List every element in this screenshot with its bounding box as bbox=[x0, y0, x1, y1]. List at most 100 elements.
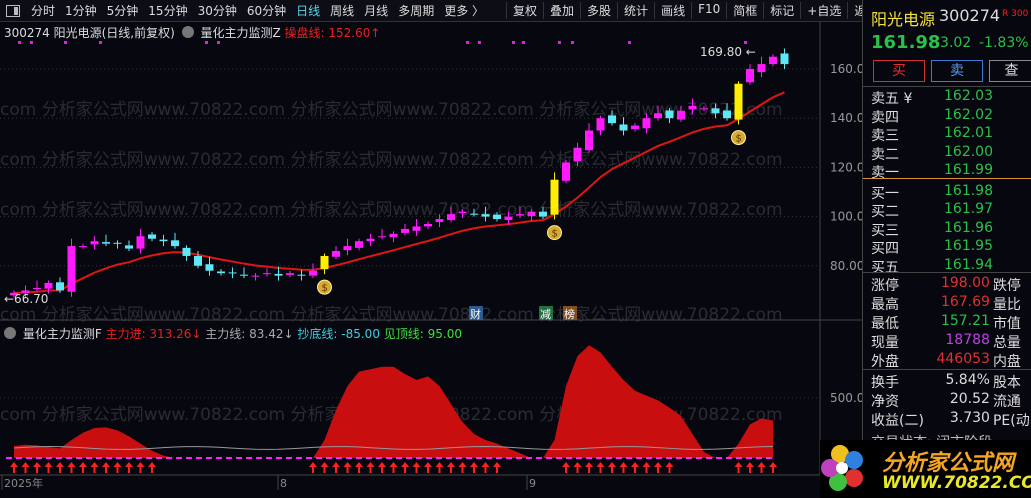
candle-body bbox=[665, 110, 674, 119]
buy-button[interactable]: 买 bbox=[873, 60, 925, 82]
candle-body bbox=[251, 275, 260, 277]
zljin-area bbox=[14, 345, 773, 458]
candle-body bbox=[113, 242, 122, 244]
candle-body bbox=[401, 228, 409, 233]
candle-body bbox=[642, 118, 651, 129]
up-arrow-icon bbox=[447, 462, 455, 473]
up-arrow-icon bbox=[332, 462, 340, 473]
money-bag-glyph: $ bbox=[552, 229, 558, 240]
stat-value: 157.21 bbox=[940, 313, 990, 329]
up-arrow-icon bbox=[654, 462, 662, 473]
sub-tick: 500.0 bbox=[830, 391, 862, 405]
price-change: -3.02 bbox=[935, 35, 972, 51]
stat-label: 净资 bbox=[871, 394, 899, 410]
candle-body bbox=[182, 247, 191, 256]
stat-label: 内盘 bbox=[992, 354, 1021, 370]
candle-body bbox=[550, 179, 559, 215]
level-price: 162.00 bbox=[944, 143, 993, 160]
level-price: 162.03 bbox=[944, 88, 993, 104]
candle-body bbox=[585, 130, 593, 151]
chart-header: 300274 阳光电源(日线,前复权) 量化主力监测Z 操盘线: 152.60↑ bbox=[4, 24, 380, 41]
stat-row: 收益(二) 3.730PE(动) bbox=[871, 410, 1029, 429]
up-arrow-icon bbox=[320, 462, 329, 473]
candle-body bbox=[516, 214, 524, 216]
up-arrow-icon bbox=[343, 462, 352, 473]
ask-row: 卖四 162.02 bbox=[871, 107, 1029, 126]
level-label: 买一 bbox=[871, 185, 899, 202]
up-arrow-icon bbox=[769, 462, 777, 473]
stat-row: 涨停 198.00 跌停 bbox=[871, 275, 1029, 294]
level-label: 卖二 bbox=[871, 146, 899, 163]
up-arrow-icon bbox=[631, 462, 639, 473]
money-bag-glyph: $ bbox=[736, 134, 742, 145]
candle-body bbox=[458, 211, 467, 214]
date-label: 9 bbox=[529, 477, 536, 490]
up-arrow-icon bbox=[642, 462, 651, 473]
candle-body bbox=[171, 240, 179, 247]
up-arrow-icon bbox=[56, 462, 64, 473]
candle-body bbox=[734, 83, 743, 120]
stat-value: 198.00 bbox=[940, 275, 990, 291]
signal-dot bbox=[99, 41, 102, 44]
indicator-name[interactable]: 量化主力监测Z bbox=[200, 26, 280, 40]
stat-label: 量比 bbox=[992, 297, 1021, 313]
signal-dot bbox=[205, 41, 208, 44]
query-button[interactable]: 查 bbox=[989, 60, 1031, 82]
r-badge: R 300 bbox=[1002, 9, 1029, 19]
quote-panel: 阳光电源 300274 R 300 161.98 -3.02 -1.83% 买 … bbox=[862, 0, 1031, 498]
event-badge[interactable]: 减 bbox=[540, 308, 551, 321]
up-arrow-icon bbox=[378, 462, 386, 473]
signal-dot bbox=[217, 41, 220, 44]
up-arrow-icon bbox=[424, 462, 432, 473]
high-price-label: 169.80 ← bbox=[700, 45, 756, 59]
candle-body bbox=[412, 226, 421, 231]
event-badge[interactable]: 榜 bbox=[564, 307, 575, 321]
kline-chart[interactable]: 160.0 140.0 120.0 100.0 80.00 500.0 2025年 8 9 $ $ $… bbox=[0, 0, 862, 498]
bid-row: 买四 161.95 bbox=[871, 238, 1029, 257]
logo-url: WWW.70822.COM bbox=[882, 473, 1031, 493]
candle-body bbox=[470, 213, 478, 215]
ma-line bbox=[13, 91, 785, 294]
up-arrow-icon bbox=[10, 462, 18, 473]
up-arrow-icon bbox=[33, 462, 41, 473]
sub-indicator-name[interactable]: 量化主力监测F bbox=[23, 327, 102, 341]
up-arrow-icon bbox=[125, 462, 133, 473]
level-label: 买三 bbox=[871, 222, 899, 239]
flower-logo-icon bbox=[821, 445, 863, 491]
up-arrow-icon bbox=[734, 462, 743, 473]
cdx-value: 抄底线: -85.00 bbox=[297, 327, 380, 341]
event-badge[interactable]: 财 bbox=[470, 307, 481, 321]
signal-dot bbox=[64, 41, 67, 44]
stat-label: 收益(二) bbox=[871, 413, 924, 429]
candle-body bbox=[297, 274, 306, 276]
stat-row: 最高 167.69 量比 bbox=[871, 294, 1029, 313]
stat-label: PE(动) bbox=[992, 413, 1029, 429]
level-label: 卖三 bbox=[871, 128, 899, 144]
candle-body bbox=[757, 64, 766, 73]
level-price: 161.95 bbox=[944, 238, 993, 254]
candle-body bbox=[447, 214, 455, 221]
candle-body bbox=[90, 241, 99, 245]
up-arrow-icon bbox=[596, 462, 605, 473]
stat-label: 股本 bbox=[992, 375, 1021, 391]
candle-body bbox=[159, 239, 168, 242]
signal-dot bbox=[571, 41, 574, 44]
sub-chart-header: 量化主力监测F 主力进: 313.26↓ 主力线: 83.42↓ 抄底线: -8… bbox=[4, 325, 462, 342]
sell-button[interactable]: 卖 bbox=[931, 60, 983, 82]
up-arrow-icon bbox=[21, 462, 30, 473]
candle-body bbox=[746, 69, 754, 83]
indicator-dropdown-icon[interactable] bbox=[181, 26, 194, 38]
indicator-dropdown-icon[interactable] bbox=[4, 327, 16, 339]
stat-value: 20.52 bbox=[949, 391, 990, 407]
up-arrow-icon bbox=[757, 462, 766, 473]
price-tick: 140.0 bbox=[830, 111, 862, 125]
candle-body bbox=[263, 273, 271, 275]
candle-body bbox=[493, 214, 501, 220]
stat-row: 现量 18788 总量 bbox=[871, 332, 1029, 351]
level-label: 卖五 ¥ bbox=[871, 91, 913, 107]
price-tick: 80.00 bbox=[830, 259, 862, 273]
up-arrow-icon bbox=[113, 462, 122, 473]
stat-row: 最低 157.21 市值 bbox=[871, 313, 1029, 332]
up-arrow-icon bbox=[148, 462, 156, 473]
candle-body bbox=[711, 108, 720, 114]
